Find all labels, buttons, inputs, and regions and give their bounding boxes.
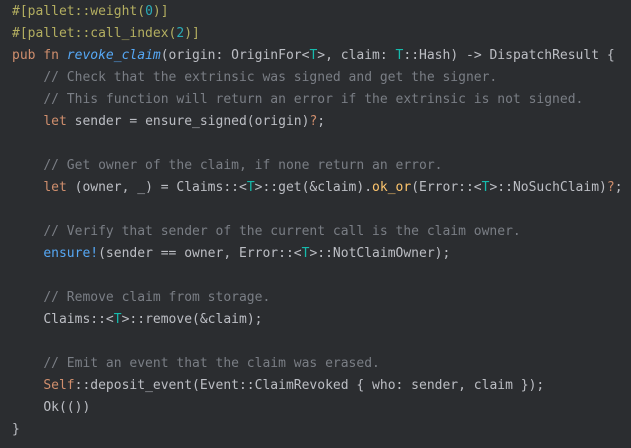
code-line[interactable]: #[pallet::call_index(2)] <box>12 23 200 45</box>
code-line[interactable]: // Emit an event that the claim was eras… <box>12 353 380 375</box>
code-token: (owner, _) = Claims::< <box>74 180 247 195</box>
code-token: Claims::< <box>43 312 114 327</box>
code-token: // Verify that sender of the current cal… <box>43 224 521 239</box>
code-token: // Remove claim from storage. <box>43 290 271 305</box>
code-line[interactable]: // Remove claim from storage. <box>12 287 270 309</box>
code-line[interactable]: Claims::<T>::remove(&claim); <box>12 309 262 331</box>
code-token: ensure! <box>43 246 99 261</box>
code-token: Ok(()) <box>43 400 91 415</box>
code-token: ? <box>606 180 615 195</box>
code-token: T <box>113 312 122 327</box>
code-token: (Error::< <box>411 180 482 195</box>
code-token: // Emit an event that the claim was eras… <box>43 356 380 371</box>
code-editor[interactable]: #[pallet::weight(0)] #[pallet::call_index… <box>0 0 631 448</box>
code-line[interactable]: pub fn revoke_claim(origin: OriginFor<T>… <box>12 45 615 67</box>
code-line[interactable]: let (owner, _) = Claims::<T>::get(&claim… <box>12 177 623 199</box>
code-token: let <box>43 180 75 195</box>
code-token: let <box>43 114 75 129</box>
code-token: #[pallet::call_index( <box>12 26 177 41</box>
code-token: >, claim: <box>317 48 396 63</box>
code-token: >::get(&claim). <box>254 180 373 195</box>
code-token: // This function will return an error if… <box>43 92 584 107</box>
code-line[interactable]: // Verify that sender of the current cal… <box>12 221 521 243</box>
code-token: // Check that the extrinsic was signed a… <box>43 70 498 85</box>
code-line[interactable]: // This function will return an error if… <box>12 89 583 111</box>
code-line[interactable]: ensure!(sender == owner, Error::<T>::Not… <box>12 243 450 265</box>
code-line[interactable]: // Check that the extrinsic was signed a… <box>12 67 497 89</box>
code-token: (sender == owner, Error::< <box>98 246 302 261</box>
code-token: pub fn <box>12 48 67 63</box>
code-line[interactable]: } <box>12 419 20 441</box>
code-token: revoke_claim <box>66 48 161 63</box>
code-token: ::Hash) -> DispatchResult { <box>403 48 615 63</box>
code-token: } <box>12 422 20 437</box>
code-token: 0 <box>145 4 153 19</box>
code-token: ok_or <box>372 180 412 195</box>
code-line[interactable]: Self::deposit_event(Event::ClaimRevoked … <box>12 375 544 397</box>
code-token: T <box>246 180 255 195</box>
code-token: ; <box>317 114 326 129</box>
code-token: (origin: OriginFor< <box>160 48 310 63</box>
code-line[interactable]: let sender = ensure_signed(origin)?; <box>12 111 325 133</box>
code-token: >::remove(&claim); <box>121 312 263 327</box>
code-token: #[pallet::weight( <box>12 4 146 19</box>
code-token: >::NotClaimOwner); <box>309 246 451 261</box>
code-line[interactable]: #[pallet::weight(0)] <box>12 1 169 23</box>
code-token: ::deposit_event(Event::ClaimRevoked { wh… <box>74 378 545 393</box>
code-line[interactable]: // Get owner of the claim, if none retur… <box>12 155 442 177</box>
code-token: // Get owner of the claim, if none retur… <box>43 158 443 173</box>
code-token: ; <box>614 180 623 195</box>
code-token: )] <box>184 26 200 41</box>
code-token: >::NoSuchClaim) <box>489 180 607 195</box>
code-token: Self <box>43 378 75 393</box>
code-token: sender = ensure_signed(origin) <box>74 114 310 129</box>
code-token: )] <box>152 4 169 19</box>
code-line[interactable]: Ok(()) <box>12 397 90 419</box>
